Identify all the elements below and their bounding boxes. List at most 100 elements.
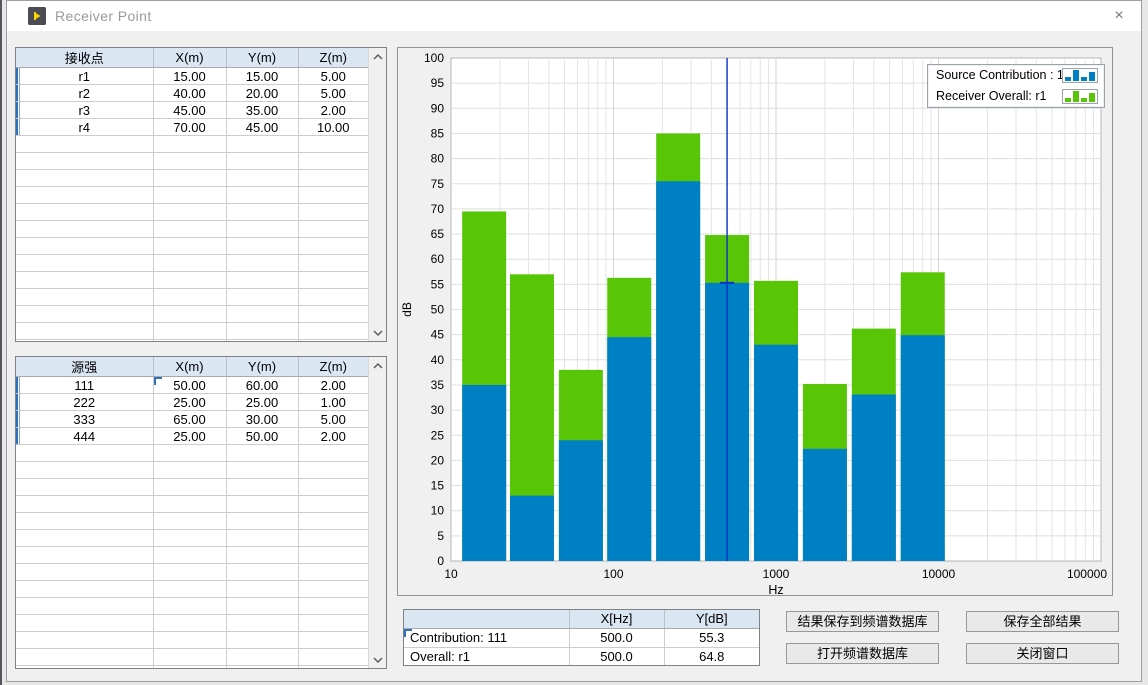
table-cell[interactable] — [153, 323, 226, 340]
table-cell[interactable] — [298, 666, 368, 670]
table-cell[interactable] — [226, 153, 298, 170]
table-cell[interactable] — [16, 204, 153, 221]
table-cell[interactable] — [16, 547, 153, 564]
close-icon[interactable]: × — [1107, 6, 1131, 26]
table-row[interactable]: 44425.0050.002.00 — [16, 428, 368, 445]
table-row[interactable]: 33365.0030.005.00 — [16, 411, 368, 428]
table-cell[interactable] — [298, 221, 368, 238]
table-row-empty[interactable] — [16, 306, 368, 323]
table-cell[interactable] — [298, 615, 368, 632]
bar-contribution[interactable] — [607, 337, 651, 561]
table-cell[interactable]: 25.00 — [153, 394, 226, 411]
legend-item-contribution[interactable]: Source Contribution : 111 — [928, 65, 1104, 86]
receiver-table-grid[interactable]: 接收点X(m)Y(m)Z(m)r115.0015.005.00r240.0020… — [16, 48, 368, 342]
table-cell[interactable] — [16, 445, 153, 462]
table-cell[interactable] — [298, 323, 368, 340]
table-row-empty[interactable] — [16, 272, 368, 289]
bar-contribution[interactable] — [559, 440, 603, 561]
table-cell[interactable] — [226, 136, 298, 153]
cursor-table-grid[interactable]: X[Hz]Y[dB]Contribution: 111500.055.3Over… — [404, 610, 759, 666]
table-row-empty[interactable] — [16, 445, 368, 462]
table-cell[interactable] — [16, 632, 153, 649]
table-cell[interactable] — [16, 323, 153, 340]
source-table-grid[interactable]: 源强X(m)Y(m)Z(m)11150.0060.002.0022225.002… — [16, 357, 368, 669]
cursor-cell[interactable]: Contribution: 111 — [404, 628, 569, 647]
table-cell[interactable] — [153, 289, 226, 306]
table-row[interactable]: r470.0045.0010.00 — [16, 119, 368, 136]
table-row-empty[interactable] — [16, 666, 368, 670]
table-cell[interactable] — [16, 238, 153, 255]
scroll-up-icon[interactable] — [369, 48, 387, 65]
cursor-row[interactable]: Contribution: 111500.055.3 — [404, 628, 759, 647]
table-cell[interactable] — [16, 615, 153, 632]
table-cell[interactable]: 5.00 — [298, 85, 368, 102]
table-row-empty[interactable] — [16, 649, 368, 666]
table-cell[interactable]: 25.00 — [226, 394, 298, 411]
table-cell[interactable] — [298, 272, 368, 289]
bar-contribution[interactable] — [656, 181, 700, 561]
table-cell[interactable] — [16, 272, 153, 289]
table-cell[interactable] — [16, 598, 153, 615]
cursor-cell[interactable]: 55.3 — [664, 628, 759, 647]
table-cell[interactable]: 50.00 — [153, 377, 226, 394]
table-row-empty[interactable] — [16, 581, 368, 598]
table-cell[interactable] — [298, 564, 368, 581]
table-cell[interactable] — [298, 547, 368, 564]
table-row[interactable]: 22225.0025.001.00 — [16, 394, 368, 411]
table-cell[interactable] — [226, 530, 298, 547]
table-cell[interactable] — [16, 530, 153, 547]
table-cell[interactable] — [298, 445, 368, 462]
table-cell[interactable] — [226, 255, 298, 272]
table-cell[interactable] — [153, 136, 226, 153]
table-cell[interactable] — [298, 530, 368, 547]
table-cell[interactable] — [226, 479, 298, 496]
table-cell[interactable] — [226, 221, 298, 238]
table-row-empty[interactable] — [16, 323, 368, 340]
bar-contribution[interactable] — [803, 449, 847, 561]
table-cell[interactable] — [298, 632, 368, 649]
table-cell[interactable] — [153, 170, 226, 187]
table-cell[interactable] — [298, 170, 368, 187]
table-row-empty[interactable] — [16, 221, 368, 238]
table-row-empty[interactable] — [16, 136, 368, 153]
table-cell[interactable] — [226, 306, 298, 323]
table-cell[interactable] — [16, 581, 153, 598]
table-cell[interactable]: 333 — [16, 411, 153, 428]
table-cell[interactable] — [16, 221, 153, 238]
table-cell[interactable] — [226, 598, 298, 615]
table-cell[interactable]: 2.00 — [298, 102, 368, 119]
table-cell[interactable]: r4 — [16, 119, 153, 136]
save-to-spectrum-db-button[interactable]: 结果保存到频谱数据库 — [786, 611, 939, 632]
table-row-empty[interactable] — [16, 547, 368, 564]
table-cell[interactable] — [298, 255, 368, 272]
table-cell[interactable]: 444 — [16, 428, 153, 445]
table-cell[interactable]: 30.00 — [226, 411, 298, 428]
scroll-up-icon[interactable] — [369, 357, 387, 374]
table-cell[interactable]: 45.00 — [153, 102, 226, 119]
table-cell[interactable] — [153, 496, 226, 513]
table-cell[interactable] — [226, 289, 298, 306]
table-cell[interactable]: 10.00 — [298, 119, 368, 136]
table-cell[interactable]: 50.00 — [226, 428, 298, 445]
table-row-empty[interactable] — [16, 153, 368, 170]
spectrum-bar-chart[interactable]: 0510152025303540455055606570758085909510… — [398, 48, 1112, 595]
table-cell[interactable] — [226, 581, 298, 598]
table-cell[interactable] — [298, 649, 368, 666]
table-cell[interactable] — [298, 496, 368, 513]
table-cell[interactable]: 111 — [16, 377, 153, 394]
table-cell[interactable]: r1 — [16, 68, 153, 85]
table-row-empty[interactable] — [16, 513, 368, 530]
table-cell[interactable] — [298, 479, 368, 496]
table-cell[interactable] — [226, 649, 298, 666]
table-cell[interactable] — [226, 187, 298, 204]
table-row[interactable]: 11150.0060.002.00 — [16, 377, 368, 394]
table-cell[interactable]: 2.00 — [298, 428, 368, 445]
table-cell[interactable] — [226, 615, 298, 632]
table-cell[interactable] — [226, 462, 298, 479]
table-row-empty[interactable] — [16, 340, 368, 343]
bar-contribution[interactable] — [754, 345, 798, 561]
table-cell[interactable] — [153, 445, 226, 462]
table-cell[interactable] — [153, 530, 226, 547]
table-cell[interactable]: 25.00 — [153, 428, 226, 445]
table-cell[interactable] — [153, 479, 226, 496]
